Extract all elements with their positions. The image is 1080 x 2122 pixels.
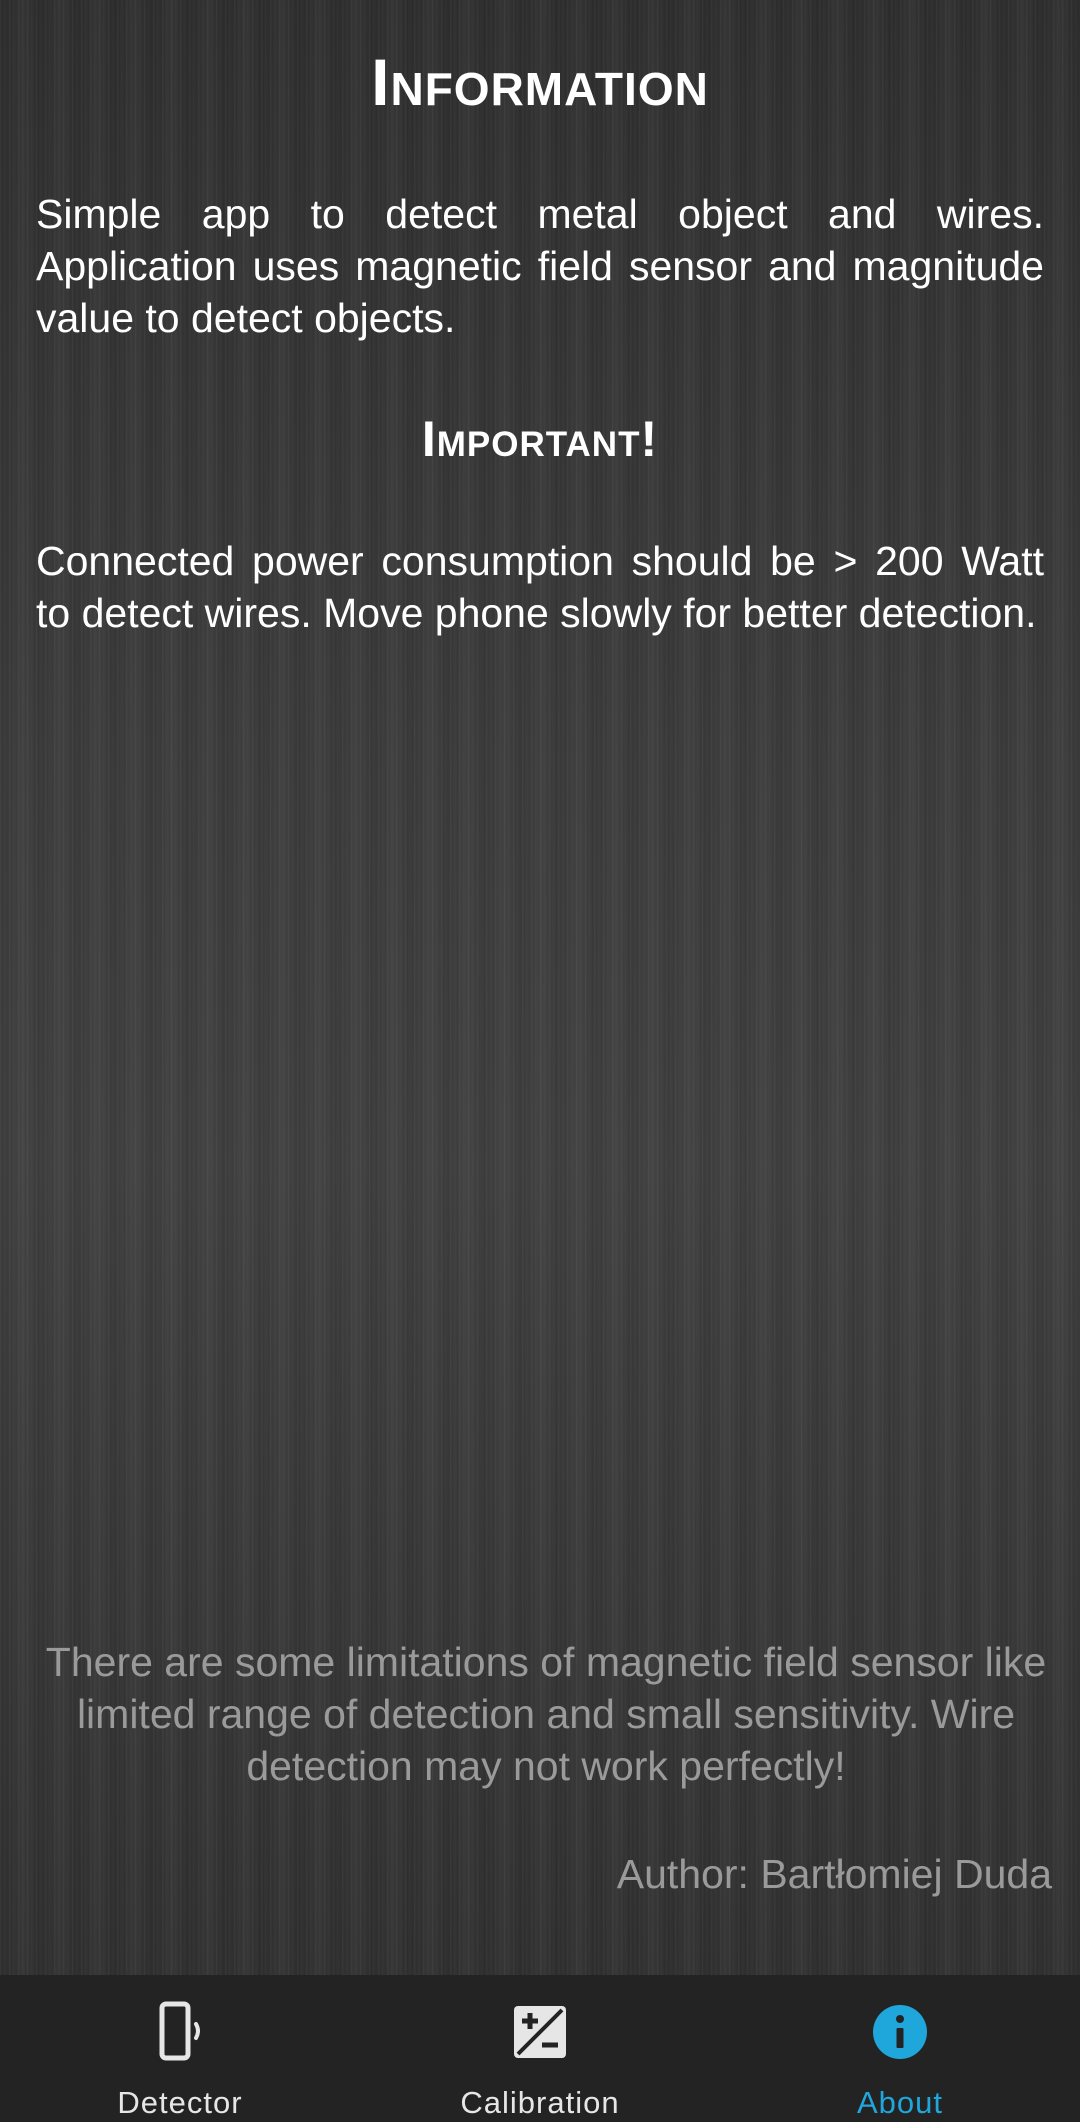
app-description: Simple app to detect metal object and wi… bbox=[36, 191, 1044, 341]
important-description: Connected power consumption should be > … bbox=[36, 538, 1044, 636]
nav-item-calibration[interactable]: Calibration bbox=[360, 1975, 720, 2122]
author-credit: Author: Bartłomiej Duda bbox=[616, 1851, 1052, 1897]
nav-label-about: About bbox=[856, 2085, 943, 2120]
nav-item-detector[interactable]: Detector bbox=[0, 1975, 360, 2122]
bottom-navigation: Detector Calibration About bbox=[0, 1975, 1080, 2122]
information-heading: Information bbox=[371, 45, 709, 119]
exposure-icon bbox=[514, 2006, 566, 2058]
nav-label-calibration: Calibration bbox=[460, 2085, 620, 2120]
phone-vibrate-icon bbox=[159, 2001, 200, 2061]
limitations-note: There are some limitations of magnetic f… bbox=[45, 1639, 1047, 1789]
info-icon bbox=[873, 2005, 927, 2059]
important-heading: Important! bbox=[421, 411, 659, 467]
about-screen: Information Simple app to detect metal o… bbox=[0, 0, 1080, 1975]
nav-label-detector: Detector bbox=[117, 2085, 243, 2120]
nav-item-about[interactable]: About bbox=[720, 1975, 1080, 2122]
